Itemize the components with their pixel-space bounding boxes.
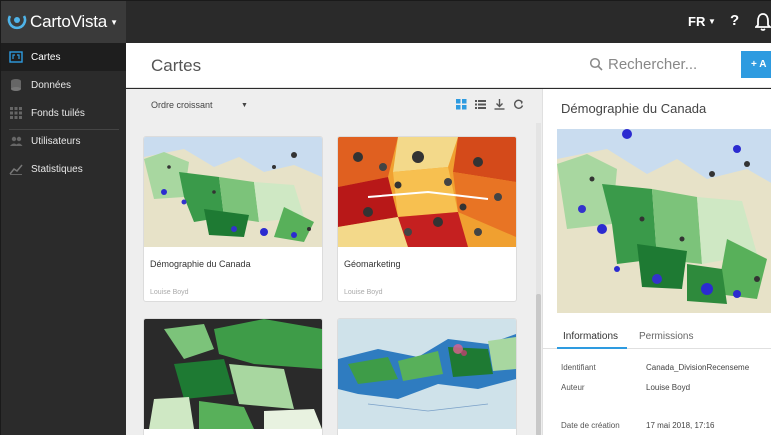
detail-map-preview[interactable] <box>557 129 771 313</box>
sidebar-item-label: Fonds tuilés <box>31 107 85 119</box>
chevron-down-icon: ▼ <box>110 17 118 27</box>
cartovista-logo-icon <box>7 15 27 30</box>
detail-title: Démographie du Canada <box>561 101 707 116</box>
page-title: Cartes <box>151 56 202 75</box>
map-thumbnail-canada <box>144 137 322 247</box>
field-label-date-creation: Date de création <box>561 421 620 430</box>
field-value-auteur: Louise Boyd <box>646 383 691 392</box>
field-label-identifiant: Identifiant <box>561 363 596 372</box>
map-card-geomarketing[interactable]: Géomarketing Louise Boyd <box>337 136 517 302</box>
top-bar: CartoVista ▼ FR ▼ ? <box>1 1 771 43</box>
users-icon <box>10 136 23 146</box>
app-window: CartoVista ▼ FR ▼ ? Cartes Données Fonds… <box>0 0 771 435</box>
download-icon[interactable] <box>494 99 505 110</box>
sidebar-item-label: Cartes <box>31 51 61 63</box>
add-map-button[interactable]: + A <box>741 51 771 78</box>
help-button[interactable]: ? <box>730 12 739 29</box>
sidebar-item-cartes[interactable]: Cartes <box>1 43 126 71</box>
brand-menu[interactable]: CartoVista ▼ <box>1 1 126 43</box>
active-tab-indicator <box>557 347 627 349</box>
map-card-demographie[interactable]: Démographie du Canada Louise Boyd <box>143 136 323 302</box>
map-card-europe[interactable] <box>143 318 323 435</box>
map-card-panama[interactable] <box>337 318 517 435</box>
card-author: Louise Boyd <box>344 289 383 296</box>
search-input[interactable] <box>608 52 728 76</box>
sidebar: Cartes Données Fonds tuilés Utilisateurs… <box>1 43 126 435</box>
scrollbar-thumb[interactable] <box>536 294 541 435</box>
field-value-identifiant: Canada_DivisionRecenseme <box>646 363 750 372</box>
refresh-icon[interactable] <box>513 99 524 110</box>
field-label-auteur: Auteur <box>561 383 585 392</box>
card-title: Géomarketing <box>344 259 401 269</box>
list-view-icon[interactable] <box>475 99 486 110</box>
card-title: Démographie du Canada <box>150 259 251 269</box>
tab-permissions[interactable]: Permissions <box>639 331 693 342</box>
sidebar-item-fonds-tuiles[interactable]: Fonds tuilés <box>1 99 126 127</box>
sidebar-item-statistiques[interactable]: Statistiques <box>1 155 126 183</box>
tab-informations[interactable]: Informations <box>563 331 618 342</box>
view-toolbar <box>456 99 524 110</box>
map-detail-panel: Démographie du Canada Informations Permi… <box>542 89 771 435</box>
sidebar-item-label: Utilisateurs <box>31 135 81 147</box>
app-name: CartoVista <box>30 12 108 31</box>
language-selector[interactable]: FR <box>688 14 705 29</box>
map-thumbnail-europe <box>144 319 322 429</box>
stats-icon <box>9 164 23 175</box>
database-icon <box>11 79 21 91</box>
sort-select[interactable]: Ordre croissant <box>151 100 213 110</box>
map-icon <box>9 51 23 63</box>
grid-view-icon[interactable] <box>456 99 467 110</box>
bell-icon[interactable] <box>755 12 771 32</box>
search-icon <box>589 57 603 71</box>
field-value-date-creation: 17 mai 2018, 17:16 <box>646 421 715 430</box>
sidebar-item-label: Statistiques <box>31 163 83 175</box>
detail-tabs: Informations Permissions <box>543 325 771 349</box>
sidebar-item-donnees[interactable]: Données <box>1 71 126 99</box>
chevron-down-icon[interactable]: ▼ <box>708 17 716 26</box>
sidebar-item-label: Données <box>31 79 72 91</box>
chevron-down-icon[interactable]: ▼ <box>241 102 248 109</box>
main-header: Cartes + A <box>126 43 771 88</box>
map-thumbnail-panama <box>338 319 516 429</box>
card-author: Louise Boyd <box>150 289 189 296</box>
map-list-panel: Ordre croissant ▼ Démographie du Canada … <box>126 89 542 435</box>
map-thumbnail-geomarketing <box>338 137 516 247</box>
tiles-icon <box>10 107 22 119</box>
sidebar-item-utilisateurs[interactable]: Utilisateurs <box>1 127 126 155</box>
